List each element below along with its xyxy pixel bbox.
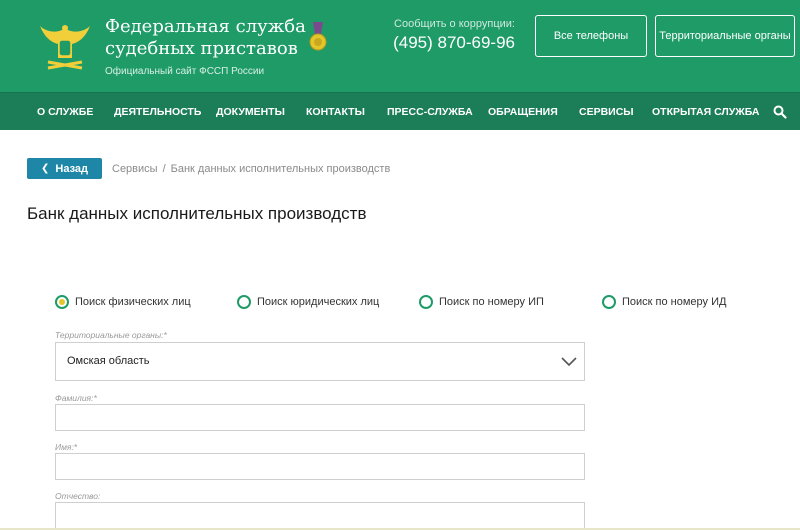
last-name-label: Фамилия:* — [55, 393, 97, 403]
page-title: Банк данных исполнительных производств — [27, 204, 367, 223]
breadcrumb: Сервисы / Банк данных исполнительных произ… — [112, 163, 390, 175]
middle-name-label: Отчество: — [55, 491, 101, 501]
nav-item-contacts[interactable]: КОНТАКТЫ — [306, 93, 365, 131]
radio-label: Поиск по номеру ИП — [439, 296, 544, 308]
region-label: Территориальные органы:* — [55, 330, 167, 340]
radio-label: Поиск физических лиц — [75, 296, 191, 308]
back-button-label: Назад — [55, 162, 88, 175]
corruption-label: Сообщить о коррупции: — [394, 18, 515, 30]
radio-circle — [237, 295, 251, 309]
nav-item-open-service[interactable]: ОТКРЫТАЯ СЛУЖБА — [652, 93, 760, 131]
radio-circle-selected — [55, 295, 69, 309]
medal-icon — [309, 22, 327, 51]
radio-label: Поиск юридических лиц — [257, 296, 380, 308]
org-subtitle: Официальный сайт ФССП России — [105, 66, 265, 77]
chevron-left-icon: ❮ — [40, 163, 50, 174]
chevron-down-icon — [561, 357, 577, 367]
radio-id-number[interactable]: Поиск по номеру ИД — [602, 295, 726, 309]
nav-item-press[interactable]: ПРЕСС-СЛУЖБА — [387, 93, 473, 131]
middle-name-input[interactable] — [55, 502, 585, 529]
nav-item-appeals[interactable]: ОБРАЩЕНИЯ — [488, 93, 558, 131]
org-title[interactable]: Федеральная служба судебных приставов — [105, 16, 315, 60]
radio-legal-entities[interactable]: Поиск юридических лиц — [237, 295, 379, 309]
search-icon[interactable] — [772, 104, 788, 120]
first-name-label: Имя:* — [55, 442, 78, 452]
corruption-phone[interactable]: (495) 870-69-96 — [380, 33, 515, 53]
breadcrumb-separator: / — [162, 163, 166, 175]
first-name-input[interactable] — [55, 453, 585, 480]
breadcrumb-services[interactable]: Сервисы — [112, 163, 158, 175]
radio-label: Поиск по номеру ИД — [622, 296, 727, 308]
main-nav: О СЛУЖБЕ ДЕЯТЕЛЬНОСТЬ ДОКУМЕНТЫ КОНТАКТЫ… — [0, 92, 800, 130]
radio-ip-number[interactable]: Поиск по номеру ИП — [419, 295, 544, 309]
region-select-value: Омская область — [67, 355, 150, 367]
nav-item-services[interactable]: СЕРВИСЫ — [579, 93, 634, 131]
site-header: Федеральная служба судебных приставов Оф… — [0, 0, 800, 92]
territorial-bodies-button[interactable]: Территориальные органы — [655, 15, 795, 57]
nav-item-about[interactable]: О СЛУЖБЕ — [37, 93, 93, 131]
nav-item-activity[interactable]: ДЕЯТЕЛЬНОСТЬ — [114, 93, 201, 131]
breadcrumb-current: Банк данных исполнительных производств — [170, 163, 391, 175]
back-button[interactable]: ❮ Назад — [27, 158, 102, 179]
radio-individuals[interactable]: Поиск физических лиц — [55, 295, 191, 309]
radio-circle — [419, 295, 433, 309]
radio-circle — [602, 295, 616, 309]
all-phones-button[interactable]: Все телефоны — [535, 15, 647, 57]
region-select[interactable]: Омская область — [55, 342, 585, 381]
last-name-input[interactable] — [55, 404, 585, 431]
nav-item-documents[interactable]: ДОКУМЕНТЫ — [216, 93, 285, 131]
eagle-emblem-icon[interactable] — [38, 20, 92, 76]
